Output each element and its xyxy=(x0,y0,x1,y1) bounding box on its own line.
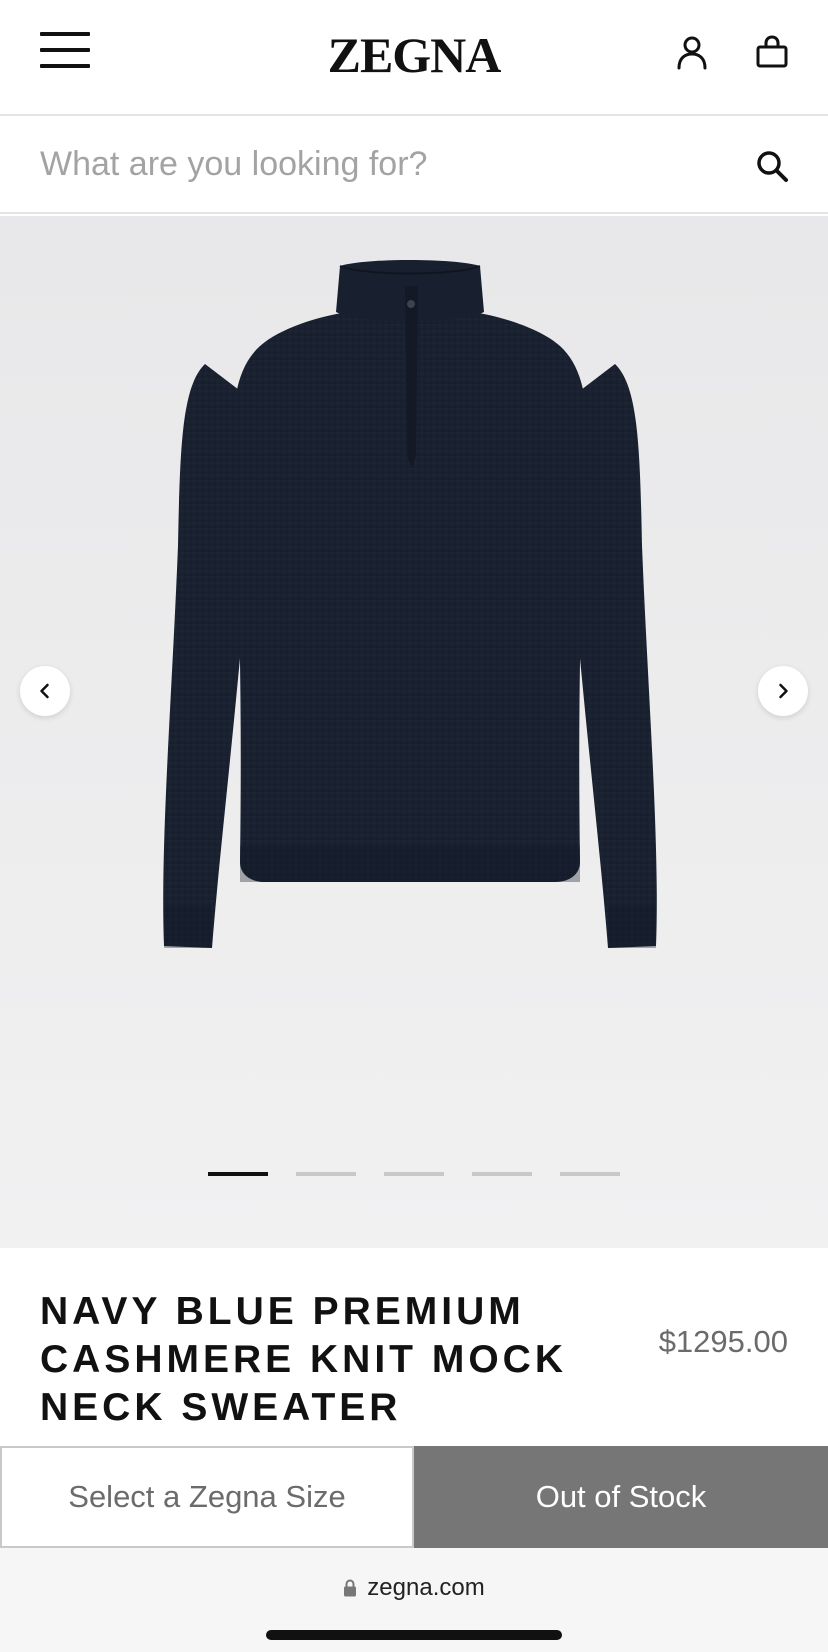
purchase-bar: Select a Zegna Size Out of Stock xyxy=(0,1446,828,1548)
product-price: $1295.00 xyxy=(658,1324,788,1359)
gallery-dot-5[interactable] xyxy=(560,1172,620,1176)
search-input[interactable] xyxy=(40,136,730,192)
gallery-dot-2[interactable] xyxy=(296,1172,356,1176)
gallery-dot-1[interactable] xyxy=(208,1172,268,1176)
gallery-dot-4[interactable] xyxy=(472,1172,532,1176)
chevron-right-icon xyxy=(779,683,788,699)
gallery-next-button[interactable] xyxy=(758,666,808,716)
product-title: NAVY BLUE PREMIUM CASHMERE KNIT MOCK NEC… xyxy=(40,1290,567,1429)
gallery-dot-3[interactable] xyxy=(384,1172,444,1176)
chevron-left-icon xyxy=(40,683,49,699)
browser-address-bar: zegna.com xyxy=(0,1548,828,1652)
product-gallery[interactable] xyxy=(0,216,828,1248)
product-image xyxy=(163,260,657,948)
home-indicator[interactable] xyxy=(266,1630,562,1640)
gallery-pagination xyxy=(208,1172,620,1182)
site-header: ZEGNA xyxy=(0,0,828,116)
shopping-bag-icon[interactable] xyxy=(752,32,792,72)
search-bar xyxy=(0,116,828,214)
url-display[interactable]: zegna.com xyxy=(0,1574,828,1602)
lock-icon xyxy=(344,1579,357,1597)
out-of-stock-button[interactable]: Out of Stock xyxy=(414,1446,828,1548)
product-info: NAVY BLUE PREMIUM CASHMERE KNIT MOCK NEC… xyxy=(0,1248,828,1448)
search-icon[interactable] xyxy=(752,146,792,186)
gallery-prev-button[interactable] xyxy=(20,666,70,716)
user-icon[interactable] xyxy=(672,32,712,72)
select-size-button[interactable]: Select a Zegna Size xyxy=(0,1446,414,1548)
url-text: zegna.com xyxy=(367,1574,485,1601)
